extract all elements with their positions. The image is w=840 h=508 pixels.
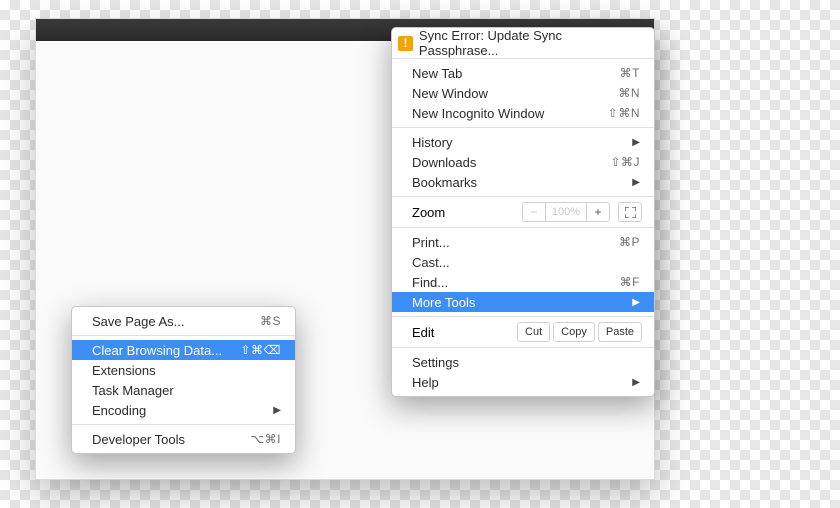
menu-separator — [392, 316, 654, 317]
menu-item-settings[interactable]: Settings — [392, 352, 654, 372]
menu-item-save-page[interactable]: Save Page As... ⌘S — [72, 311, 295, 331]
menu-item-developer-tools[interactable]: Developer Tools ⌥⌘I — [72, 429, 295, 449]
menu-item-extensions[interactable]: Extensions — [72, 360, 295, 380]
submenu-arrow-icon: ▶ — [271, 405, 281, 416]
menu-item-print[interactable]: Print... ⌘P — [392, 232, 654, 252]
menu-item-bookmarks[interactable]: Bookmarks ▶ — [392, 172, 654, 192]
warning-icon: ! — [398, 36, 413, 51]
menu-item-downloads[interactable]: Downloads ⇧⌘J — [392, 152, 654, 172]
menu-separator — [72, 335, 295, 336]
submenu-arrow-icon: ▶ — [630, 177, 640, 188]
sync-error-label: Sync Error: Update Sync Passphrase... — [419, 28, 644, 58]
zoom-out-button[interactable]: − — [522, 202, 546, 222]
menu-item-cast[interactable]: Cast... — [392, 252, 654, 272]
more-tools-submenu: Save Page As... ⌘S Clear Browsing Data..… — [71, 306, 296, 454]
menu-item-help[interactable]: Help ▶ — [392, 372, 654, 392]
submenu-arrow-icon: ▶ — [630, 137, 640, 148]
zoom-percent: 100% — [545, 202, 587, 222]
menu-separator — [392, 58, 654, 59]
menu-item-zoom: Zoom − 100% + — [392, 201, 654, 223]
menu-item-new-window[interactable]: New Window ⌘N — [392, 83, 654, 103]
zoom-in-button[interactable]: + — [586, 202, 610, 222]
edit-copy-button[interactable]: Copy — [553, 322, 595, 342]
submenu-arrow-icon: ▶ — [630, 377, 640, 388]
menu-item-history[interactable]: History ▶ — [392, 132, 654, 152]
menu-item-encoding[interactable]: Encoding ▶ — [72, 400, 295, 420]
menu-item-new-incognito[interactable]: New Incognito Window ⇧⌘N — [392, 103, 654, 123]
menu-item-edit: Edit Cut Copy Paste — [392, 321, 654, 343]
menu-separator — [392, 347, 654, 348]
chrome-main-menu: ! Sync Error: Update Sync Passphrase... … — [391, 27, 655, 397]
menu-item-find[interactable]: Find... ⌘F — [392, 272, 654, 292]
menu-separator — [72, 424, 295, 425]
menu-item-new-tab[interactable]: New Tab ⌘T — [392, 63, 654, 83]
submenu-arrow-icon: ▶ — [630, 297, 640, 308]
edit-paste-button[interactable]: Paste — [598, 322, 642, 342]
edit-cut-button[interactable]: Cut — [517, 322, 550, 342]
fullscreen-icon — [625, 207, 636, 218]
fullscreen-button[interactable] — [618, 202, 642, 222]
menu-separator — [392, 196, 654, 197]
menu-item-task-manager[interactable]: Task Manager — [72, 380, 295, 400]
menu-item-clear-browsing-data[interactable]: Clear Browsing Data... ⇧⌘⌫ — [72, 340, 295, 360]
menu-separator — [392, 227, 654, 228]
menu-item-sync-error[interactable]: ! Sync Error: Update Sync Passphrase... — [392, 32, 654, 54]
menu-item-more-tools[interactable]: More Tools ▶ — [392, 292, 654, 312]
menu-separator — [392, 127, 654, 128]
